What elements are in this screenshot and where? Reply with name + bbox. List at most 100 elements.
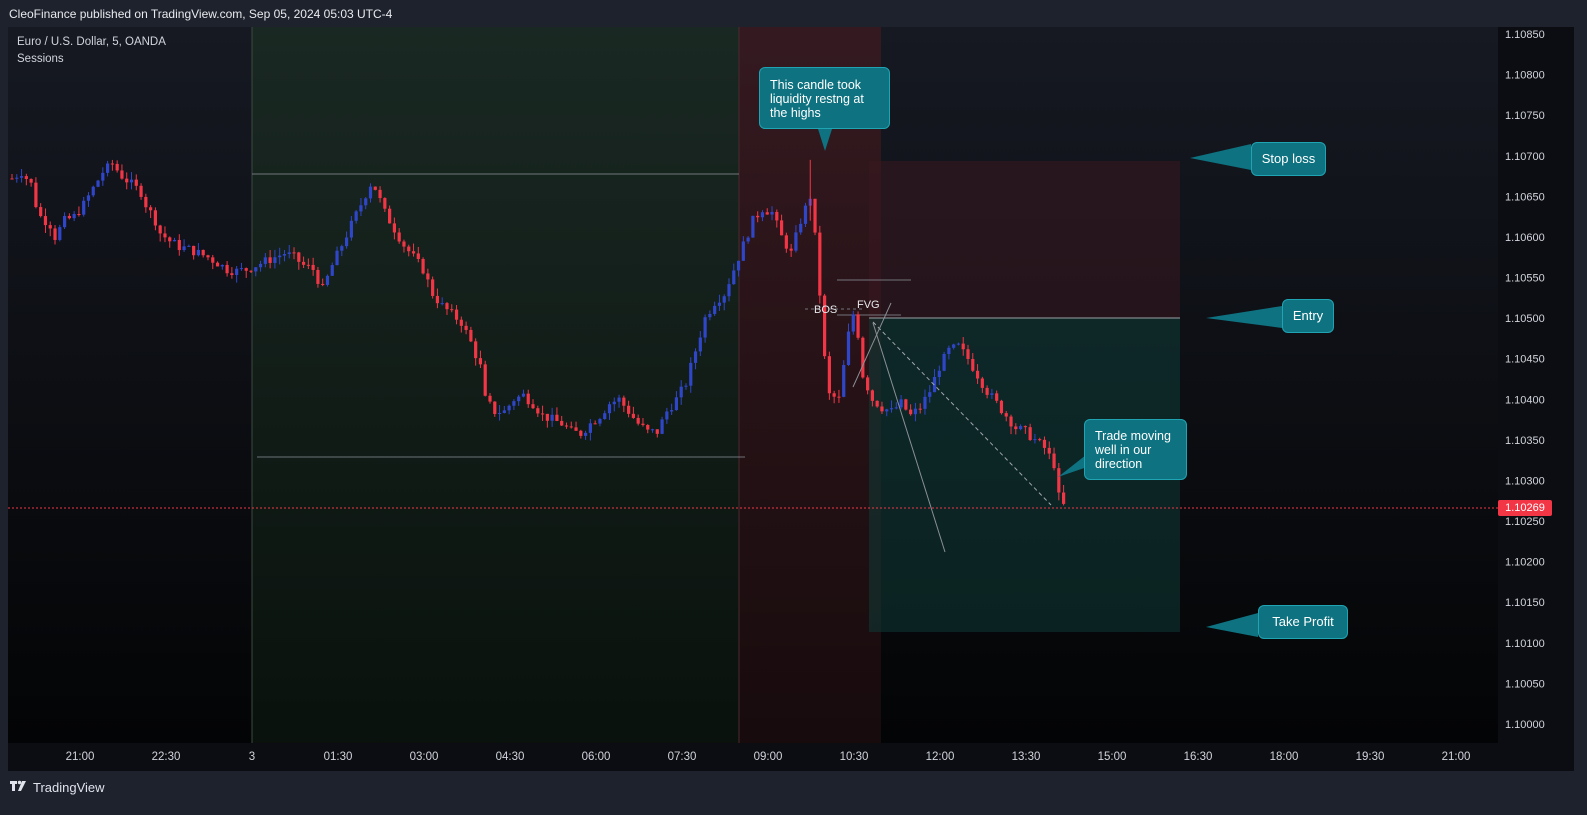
candle-body [297,252,301,262]
candle-body [990,393,994,395]
stop-loss-callout-text: Stop loss [1261,151,1316,166]
candle-body [464,325,468,330]
candle-body [770,211,774,215]
candle-body [665,411,669,420]
candle-body [43,216,48,226]
candle-body [555,414,559,421]
take-profit-callout[interactable]: Take Profit [1258,605,1348,639]
candle-body [239,268,244,270]
candle-body [889,408,894,410]
candle-body [502,410,506,413]
candle-body [550,414,554,421]
candle-body [918,408,922,410]
chart-area[interactable]: 1.10850 1.10800 1.10750 1.10700 1.10650 1.106… [8,27,1574,771]
candle-body [612,401,616,405]
candle-body [182,246,186,251]
candle-body [101,172,105,181]
candle-body [215,262,220,267]
price-tick-label: 1.10300 [1505,475,1545,487]
candle-body [335,250,339,266]
candle-body [1004,413,1008,417]
candle-body [168,237,172,242]
time-tick-label: 21:00 [66,751,95,763]
indicator-title: Sessions [17,52,64,65]
candle-body [627,405,631,414]
price-axis-bg [1498,27,1574,743]
candle-body [641,423,645,425]
candle-body [349,220,353,238]
candle-body [459,319,463,326]
candle-body [1023,426,1027,428]
candle-body [416,253,420,259]
candle-body [450,309,454,311]
candle-body [961,343,965,350]
publish-header: CleoFinance published on TradingView.com… [0,0,1587,28]
candle-body [698,337,702,352]
candle-body [584,432,588,436]
candle-body [713,305,717,314]
candle-body [598,418,602,424]
stop-loss-callout[interactable]: Stop loss [1251,142,1326,176]
candle-body [282,253,287,256]
candle-body [359,205,363,212]
candle-body [851,314,855,332]
candle-body [225,264,229,274]
candle-body [741,241,745,261]
candle-body [292,252,296,254]
candle-body [110,163,114,165]
candle-body [1038,439,1042,441]
candle-body [765,212,769,215]
time-tick-label: 19:30 [1356,751,1385,763]
candle-body [368,186,373,199]
price-tick-label: 1.10100 [1505,638,1545,650]
candle-body [684,385,688,387]
candle-body [153,210,157,226]
candle-body [545,413,549,421]
candle-body [593,423,597,425]
candle-body [497,412,502,414]
time-tick-label: 12:00 [926,751,955,763]
candle-body [727,284,731,297]
footer-bar [0,772,1587,815]
time-tick-label: 10:30 [840,751,869,763]
candle-body [77,213,81,215]
candle-body [287,252,291,254]
candle-body [196,249,201,256]
candle-body [579,430,583,436]
candle-body [760,212,765,218]
candle-body [201,249,205,256]
candle-body [1047,447,1051,454]
candle-body [330,265,334,276]
candle-body [569,426,573,428]
candle-body [493,401,497,414]
candle-body [48,225,52,229]
candle-body [971,358,975,371]
candle-body [306,264,310,266]
candle-body [789,248,793,251]
candle-body [646,424,650,430]
candle-body [378,189,382,199]
candle-body [258,263,263,268]
time-tick-label: 06:00 [582,751,611,763]
candle-body [426,273,430,280]
time-tick-label: 13:30 [1012,751,1041,763]
trade-moving-callout[interactable]: Trade moving well in our direction [1084,419,1187,480]
candle-body [278,255,282,258]
candle-body [827,356,831,394]
entry-callout-text: Entry [1292,308,1324,323]
candle-body [244,268,248,271]
entry-callout[interactable]: Entry [1282,299,1334,333]
price-chart[interactable]: 1.10850 1.10800 1.10750 1.10700 1.10650 1.106… [8,27,1574,771]
candle-body [254,267,258,272]
price-tick-label: 1.10800 [1505,70,1545,82]
candle-body [603,413,607,419]
candle-body [421,258,425,274]
candle-body [321,283,325,285]
candle-body [870,390,874,401]
candle-body [488,395,492,402]
liquidity-callout[interactable]: This candle took liquidity restng at the… [759,67,890,129]
tradingview-logo[interactable]: TradingView [10,780,105,795]
candle-body [106,163,110,173]
liquidity-callout-text: This candle took liquidity restng at the… [770,78,864,120]
candle-body [115,163,119,171]
